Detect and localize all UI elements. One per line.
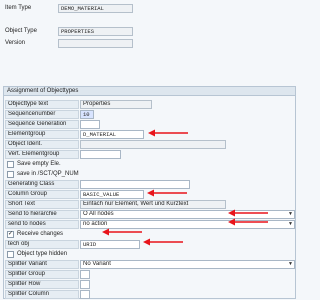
- save-empty-checkbox[interactable]: [7, 161, 14, 168]
- vert-elementgroup-label: Vert. Elementgroup: [5, 150, 79, 159]
- generating-class-label: Generating Class: [5, 180, 79, 189]
- item-type-label: Item Type: [5, 5, 32, 11]
- save-in-sct-label: save in /SCT/QP_NUM: [17, 171, 79, 177]
- splitter-column-label: Splitter Column: [5, 290, 79, 299]
- splitter-variant-label: Splitter Variant: [5, 260, 79, 269]
- group-title: Assignment of Objecttypes: [4, 87, 295, 96]
- object-type-label: Object Type: [5, 28, 37, 34]
- chevron-down-icon[interactable]: ▼: [288, 222, 293, 227]
- sequencenumber-label: Sequencenumber: [5, 110, 79, 119]
- splitter-row-label: Splitter Row: [5, 280, 79, 289]
- column-group-field[interactable]: BASIC_VALUE: [80, 190, 144, 199]
- splitter-row-field[interactable]: [80, 280, 90, 289]
- save-in-sct-checkbox[interactable]: [7, 171, 14, 178]
- sequence-generation-field[interactable]: [80, 120, 100, 129]
- annotation-arrow-icon: [228, 209, 268, 217]
- sequence-generation-label: Sequence Generation: [5, 120, 79, 129]
- object-ident-label: Object Ident.: [5, 140, 79, 149]
- item-type-field: DEMO_MATERIAL: [58, 4, 133, 13]
- receive-changes-label: Receive changes: [17, 231, 64, 237]
- tech-obj-label: tech obj: [5, 240, 79, 249]
- elementgroup-field[interactable]: D_MATERIAL: [80, 130, 144, 139]
- sequencenumber-field[interactable]: 10: [80, 110, 94, 119]
- object-type-hidden-checkbox[interactable]: [7, 251, 14, 258]
- save-empty-label: Save empty Ele.: [17, 161, 61, 167]
- elementgroup-label: Elementgroup: [5, 130, 79, 139]
- version-field: [58, 39, 133, 48]
- annotation-arrow-icon: [148, 129, 188, 137]
- chevron-down-icon[interactable]: ▼: [288, 212, 293, 217]
- vert-elementgroup-field[interactable]: [80, 150, 121, 159]
- short-text-label: Short Text: [5, 200, 79, 209]
- send-to-hierarchie-value: O All nodes: [83, 211, 114, 217]
- generating-class-field[interactable]: [80, 180, 190, 189]
- annotation-arrow-icon: [147, 189, 187, 197]
- receive-changes-checkbox[interactable]: ✓: [7, 231, 14, 238]
- tech-obj-field[interactable]: URID: [80, 240, 140, 249]
- object-ident-field: [80, 140, 226, 149]
- version-label: Version: [5, 40, 26, 46]
- objecttype-text-field: Properties: [80, 100, 152, 109]
- splitter-variant-dropdown[interactable]: No Variant ▼: [80, 260, 295, 269]
- column-group-label: Column Group: [5, 190, 79, 199]
- chevron-down-icon[interactable]: ▼: [288, 262, 293, 267]
- annotation-arrow-icon: [143, 238, 183, 246]
- splitter-group-field[interactable]: [80, 270, 90, 279]
- short-text-field: Einfach nur Element, Wert und Kurztext: [80, 200, 226, 209]
- object-type-hidden-label: Object type hidden: [17, 251, 68, 257]
- send-to-nodes-label: send to nodes: [5, 220, 79, 229]
- send-to-nodes-value: no action: [83, 221, 108, 227]
- object-type-field: PROPERTIES: [58, 27, 133, 36]
- splitter-variant-value: No Variant: [83, 261, 111, 267]
- annotation-arrow-icon: [102, 228, 142, 236]
- send-to-hierarchie-label: Send to hierarchie: [5, 210, 79, 219]
- objecttype-text-label: Objecttype text: [5, 100, 79, 109]
- annotation-arrow-icon: [228, 218, 268, 226]
- splitter-column-field[interactable]: [80, 290, 90, 299]
- splitter-group-label: Splitter Group: [5, 270, 79, 279]
